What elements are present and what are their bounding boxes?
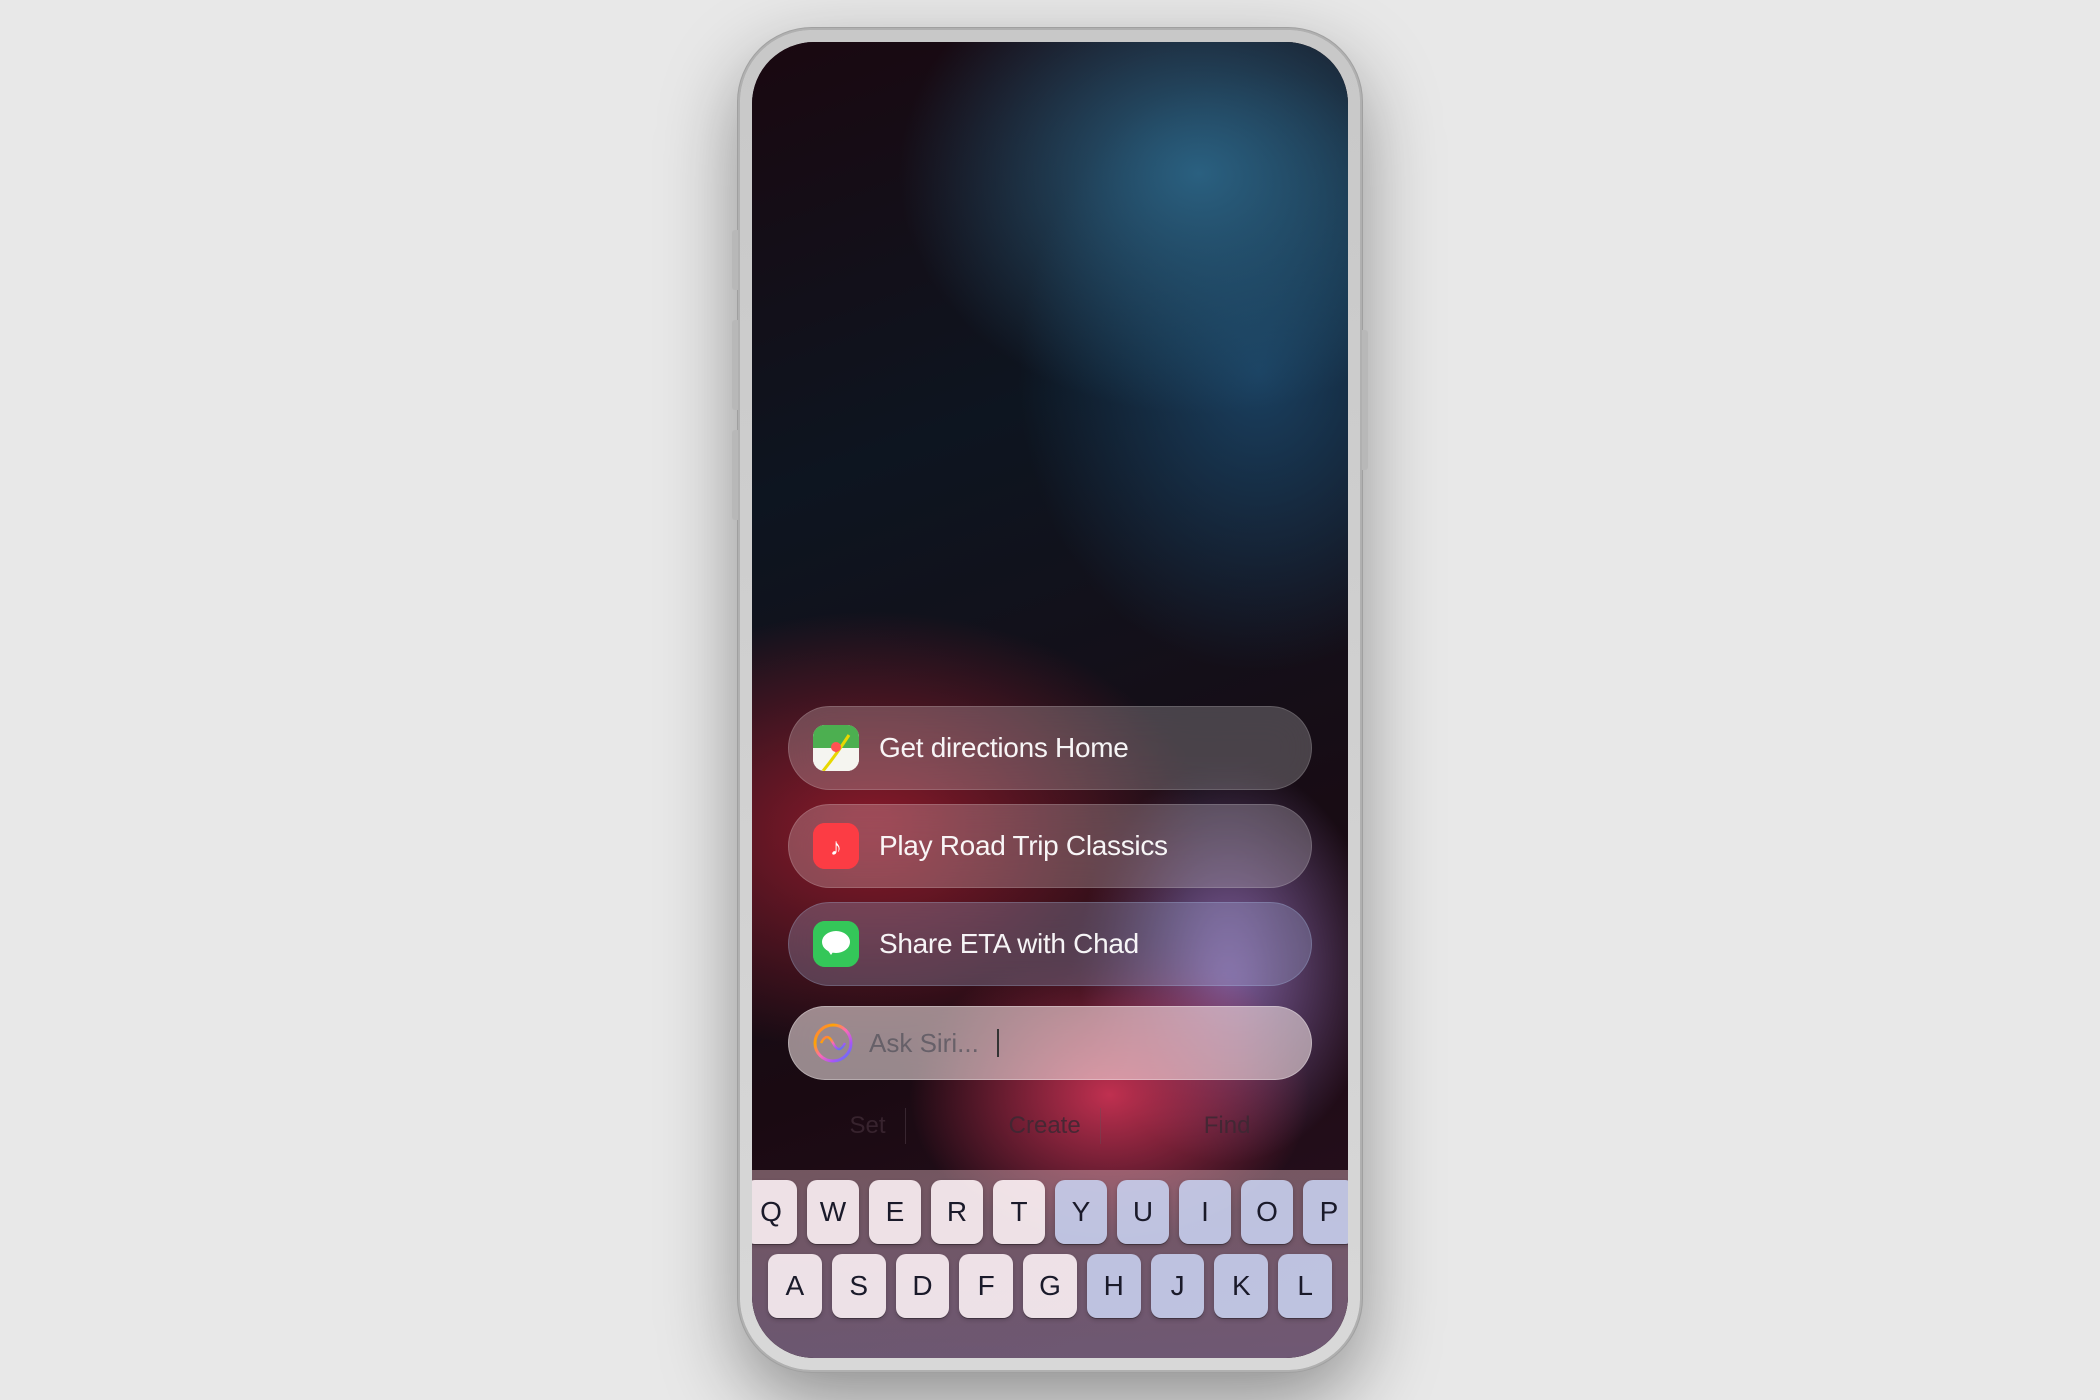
siri-cursor — [997, 1029, 999, 1057]
mute-switch[interactable] — [732, 230, 738, 290]
key-d[interactable]: D — [896, 1254, 950, 1318]
messages-icon-svg — [813, 921, 859, 967]
key-p[interactable]: P — [1303, 1180, 1348, 1244]
key-f[interactable]: F — [959, 1254, 1013, 1318]
suggestions-area: Get directions Home ♪ Play Road Trip Cla… — [752, 706, 1348, 986]
keyboard-row-2: A S D F G H J K L — [768, 1254, 1332, 1318]
messages-label: Share ETA with Chad — [879, 928, 1139, 960]
key-k[interactable]: K — [1214, 1254, 1268, 1318]
suggestion-directions[interactable]: Get directions Home — [788, 706, 1312, 790]
keyboard-row-1: Q W E R T Y U I O P — [768, 1180, 1332, 1244]
siri-logo-icon — [813, 1023, 853, 1063]
key-a[interactable]: A — [768, 1254, 822, 1318]
music-app-icon: ♪ — [813, 823, 859, 869]
siri-input-bar[interactable]: Ask Siri... — [788, 1006, 1312, 1080]
power-button[interactable] — [1362, 330, 1368, 470]
keyboard: Q W E R T Y U I O P A S D F G H — [752, 1170, 1348, 1358]
quick-action-create[interactable]: Create — [989, 1104, 1101, 1148]
music-label: Play Road Trip Classics — [879, 830, 1168, 862]
key-q[interactable]: Q — [752, 1180, 797, 1244]
key-u[interactable]: U — [1117, 1180, 1169, 1244]
phone-device: Get directions Home ♪ Play Road Trip Cla… — [740, 30, 1360, 1370]
suggestion-messages[interactable]: Share ETA with Chad — [788, 902, 1312, 986]
key-s[interactable]: S — [832, 1254, 886, 1318]
key-h[interactable]: H — [1087, 1254, 1141, 1318]
key-o[interactable]: O — [1241, 1180, 1293, 1244]
maps-app-icon — [813, 725, 859, 771]
key-t[interactable]: T — [993, 1180, 1045, 1244]
key-w[interactable]: W — [807, 1180, 859, 1244]
directions-label: Get directions Home — [879, 732, 1129, 764]
key-g[interactable]: G — [1023, 1254, 1077, 1318]
volume-up-button[interactable] — [732, 320, 738, 410]
siri-placeholder: Ask Siri... — [869, 1028, 979, 1059]
phone-screen: Get directions Home ♪ Play Road Trip Cla… — [752, 42, 1348, 1358]
quick-action-set[interactable]: Set — [830, 1104, 906, 1148]
suggestion-music[interactable]: ♪ Play Road Trip Classics — [788, 804, 1312, 888]
messages-app-icon — [813, 921, 859, 967]
quick-actions-bar: Set Create Find — [752, 1090, 1348, 1162]
volume-down-button[interactable] — [732, 430, 738, 520]
quick-action-find[interactable]: Find — [1184, 1104, 1271, 1148]
music-icon-svg: ♪ — [813, 823, 859, 869]
key-l[interactable]: L — [1278, 1254, 1332, 1318]
key-r[interactable]: R — [931, 1180, 983, 1244]
key-y[interactable]: Y — [1055, 1180, 1107, 1244]
siri-content: Get directions Home ♪ Play Road Trip Cla… — [752, 42, 1348, 1358]
maps-icon-svg — [813, 725, 859, 771]
key-j[interactable]: J — [1151, 1254, 1205, 1318]
key-i[interactable]: I — [1179, 1180, 1231, 1244]
svg-text:♪: ♪ — [830, 834, 842, 861]
key-e[interactable]: E — [869, 1180, 921, 1244]
